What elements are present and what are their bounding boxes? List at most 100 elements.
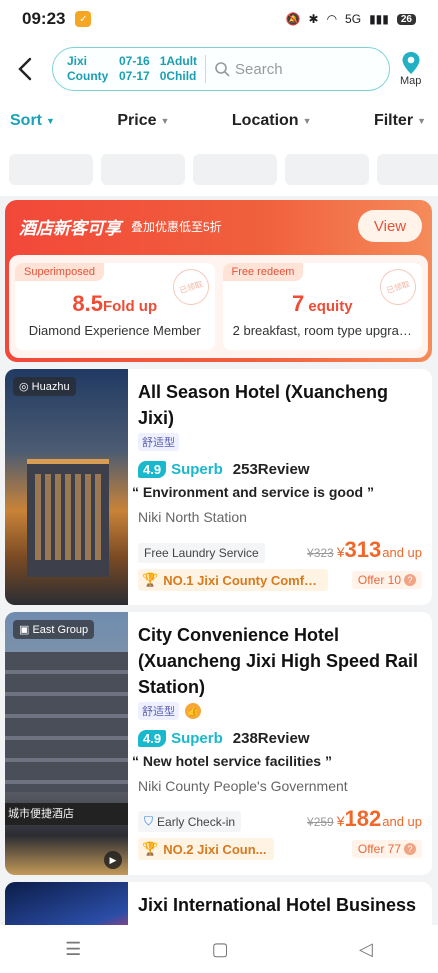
- bluetooth-icon: ✱: [308, 12, 319, 26]
- hotel-location: Niki County People's Government: [138, 778, 348, 794]
- current-price: 182: [344, 806, 382, 831]
- hotel-photo[interactable]: ◎ Huazhu: [5, 369, 128, 605]
- hotel-sign: 城市便捷酒店: [5, 803, 128, 825]
- map-button[interactable]: Map: [400, 51, 421, 87]
- thumbs-up-icon: 👍: [185, 703, 201, 719]
- review-count[interactable]: 238Review: [233, 730, 310, 747]
- ranking-badge[interactable]: 🏆 NO.2 Jixi Coun...: [138, 838, 275, 860]
- benefit-desc: 2 breakfast, room type upgra…: [232, 323, 412, 338]
- hotel-building-graphic: [5, 652, 128, 792]
- benefit-desc: Diamond Experience Member: [28, 323, 201, 338]
- divider: [205, 55, 207, 83]
- rating-row: 4.9 Superb 238Review: [138, 730, 422, 747]
- date-guest-selector[interactable]: 07-16 1Adult 07-17 0Child: [119, 54, 197, 84]
- promo-title: 酒店新客可享: [19, 218, 121, 238]
- promo-subtitle: 叠加优惠低至5折: [131, 219, 222, 234]
- sort-filter-bar: Sort ▼ Price ▼ Location ▼ Filter ▼: [0, 100, 438, 142]
- checkout-date: 07-17: [119, 69, 150, 83]
- review-count[interactable]: 253Review: [233, 461, 310, 478]
- sort-dropdown[interactable]: Sort ▼: [10, 112, 55, 130]
- trophy-icon: 🏆: [142, 841, 159, 856]
- system-nav-bar: ☰ ▢ ◁: [0, 925, 438, 973]
- original-price: ¥323: [307, 546, 334, 560]
- app-notification-icon: ✓: [75, 11, 92, 27]
- price-dropdown[interactable]: Price ▼: [117, 112, 169, 130]
- filter-chip-placeholder[interactable]: [285, 154, 369, 185]
- current-price: 313: [344, 537, 382, 562]
- search-icon: [215, 62, 230, 77]
- offer-badge[interactable]: Offer 10?: [351, 571, 422, 589]
- children-count: 0Child: [159, 69, 197, 83]
- price: ¥259 ¥ 182 and up: [307, 806, 422, 831]
- hotel-building-graphic: [27, 459, 109, 577]
- mute-icon: 🔕: [285, 12, 301, 26]
- location-dropdown[interactable]: Location ▼: [232, 112, 312, 130]
- signal-icon: ▮▮▮: [369, 12, 389, 26]
- destination-selector[interactable]: Jixi County: [67, 54, 115, 84]
- help-icon: ?: [404, 574, 416, 586]
- map-label: Map: [400, 75, 422, 87]
- filter-dropdown[interactable]: Filter ▼: [374, 112, 426, 130]
- hotel-card[interactable]: 城市便捷酒店 ▣ East Group ▶ City Convenience H…: [5, 612, 432, 875]
- adults-count: 1Adult: [159, 54, 198, 68]
- status-icons: 🔕 ✱ ◠ 5G ▮▮▮ 26: [286, 12, 416, 26]
- hotel-card[interactable]: ◎ Huazhu All Season Hotel (Xuancheng Jix…: [5, 369, 432, 605]
- status-bar: 09:23 ✓ 🔕 ✱ ◠ 5G ▮▮▮ 26: [0, 0, 438, 38]
- rating-row: 4.9 Superb 253Review: [138, 461, 422, 478]
- search-input[interactable]: Search: [235, 61, 283, 78]
- hotel-location: Niki North Station: [138, 509, 247, 525]
- promo-benefit-cards: Superimposed 已领取 8.5Fold up Diamond Expe…: [9, 255, 428, 358]
- rating-level: Superb: [171, 461, 223, 478]
- battery-icon: 26: [396, 13, 416, 25]
- hotel-type-tag: 舒适型: [138, 702, 179, 720]
- original-price: ¥259: [307, 815, 334, 829]
- caret-down-icon: ▼: [302, 116, 312, 126]
- network-label: 5G: [345, 12, 362, 26]
- ranking-badge[interactable]: 🏆 NO.1 Jixi County Comfo...: [138, 569, 328, 591]
- rating-level: Superb: [171, 730, 223, 747]
- promo-view-button[interactable]: View: [358, 210, 422, 242]
- brand-badge: ◎ Huazhu: [13, 377, 76, 396]
- status-time: 09:23: [22, 9, 66, 28]
- offer-badge[interactable]: Offer 77?: [351, 840, 422, 858]
- hotel-name: All Season Hotel (Xuancheng Jixi): [138, 382, 389, 428]
- back-button[interactable]: [4, 48, 46, 90]
- play-icon[interactable]: ▶: [104, 851, 122, 869]
- benefit-card-equity[interactable]: Free redeem 已领取 7 equity 2 breakfast, ro…: [222, 263, 422, 350]
- price: ¥323 ¥ 313 and up: [307, 537, 422, 562]
- caret-down-icon: ▼: [46, 116, 55, 126]
- wifi-icon: ◠: [326, 12, 338, 26]
- service-tag: ⛉ Early Check-in: [138, 811, 242, 832]
- hotel-name: Jixi International Hotel Business: [138, 895, 417, 915]
- hotel-name: City Convenience Hotel (Xuancheng Jixi H…: [138, 625, 419, 697]
- home-icon[interactable]: ▢: [212, 939, 229, 960]
- filter-chip-placeholder[interactable]: [377, 154, 438, 185]
- quick-filter-chips: [0, 142, 438, 196]
- filter-chip-placeholder[interactable]: [193, 154, 277, 185]
- filter-chip-placeholder[interactable]: [9, 154, 93, 185]
- benefit-card-discount[interactable]: Superimposed 已领取 8.5Fold up Diamond Expe…: [15, 263, 215, 350]
- review-quote: “ New hotel service facilities ”: [132, 753, 332, 769]
- checkin-date: 07-16: [119, 54, 150, 68]
- service-tag: Free Laundry Service: [138, 543, 265, 563]
- chevron-left-icon: [18, 57, 32, 81]
- rating-score: 4.9: [138, 730, 167, 747]
- rating-score: 4.9: [138, 461, 167, 478]
- filter-chip-placeholder[interactable]: [101, 154, 185, 185]
- map-pin-icon: [402, 52, 420, 74]
- search-header: Jixi County 07-16 1Adult 07-17 0Child Se…: [0, 38, 438, 100]
- new-customer-promo-banner: 酒店新客可享 叠加优惠低至5折 View Superimposed 已领取 8.…: [5, 200, 432, 362]
- hotel-photo[interactable]: 城市便捷酒店 ▣ East Group ▶: [5, 612, 128, 875]
- review-quote: “ Environment and service is good ”: [132, 484, 374, 500]
- shield-icon: ⛉: [144, 814, 154, 828]
- benefit-tag: Free redeem: [222, 263, 304, 281]
- back-triangle-icon[interactable]: ◁: [359, 939, 373, 960]
- caret-down-icon: ▼: [417, 116, 426, 126]
- menu-icon[interactable]: ☰: [65, 939, 81, 960]
- help-icon: ?: [404, 843, 416, 855]
- trophy-icon: 🏆: [142, 572, 159, 587]
- search-bar[interactable]: Jixi County 07-16 1Adult 07-17 0Child Se…: [52, 47, 390, 91]
- benefit-tag: Superimposed: [15, 263, 104, 281]
- caret-down-icon: ▼: [160, 116, 170, 126]
- brand-badge: ▣ East Group: [13, 620, 95, 639]
